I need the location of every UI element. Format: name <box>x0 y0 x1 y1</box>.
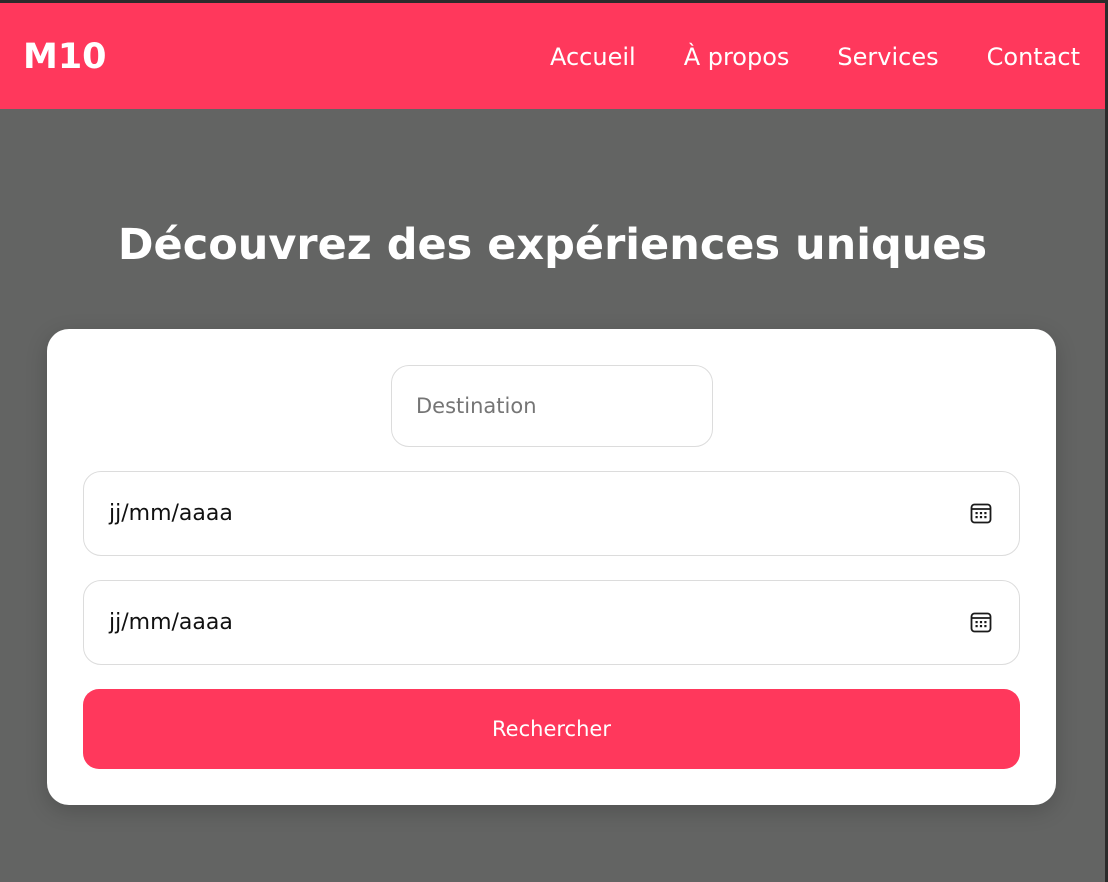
calendar-icon[interactable] <box>969 610 993 634</box>
nav-link-services[interactable]: Services <box>837 42 938 72</box>
search-button[interactable]: Rechercher <box>83 689 1020 769</box>
nav-link-contact[interactable]: Contact <box>987 42 1080 72</box>
search-card: jj/mm/aaaa jj/mm/aaaa <box>47 329 1056 805</box>
end-date-placeholder: jj/mm/aaaa <box>109 610 233 635</box>
calendar-icon[interactable] <box>969 501 993 525</box>
page-viewport: M10 Accueil À propos Services Contact Dé… <box>0 3 1105 882</box>
destination-input[interactable] <box>391 365 713 447</box>
nav-link-accueil[interactable]: Accueil <box>550 42 636 72</box>
nav-link-a-propos[interactable]: À propos <box>684 42 790 72</box>
start-date-placeholder: jj/mm/aaaa <box>109 501 233 526</box>
site-logo[interactable]: M10 <box>23 37 107 77</box>
hero-title: Découvrez des expériences uniques <box>117 220 988 270</box>
nav-menu: Accueil À propos Services Contact <box>550 42 1080 72</box>
navbar: M10 Accueil À propos Services Contact <box>0 3 1105 109</box>
end-date-input[interactable]: jj/mm/aaaa <box>83 580 1020 665</box>
start-date-input[interactable]: jj/mm/aaaa <box>83 471 1020 556</box>
